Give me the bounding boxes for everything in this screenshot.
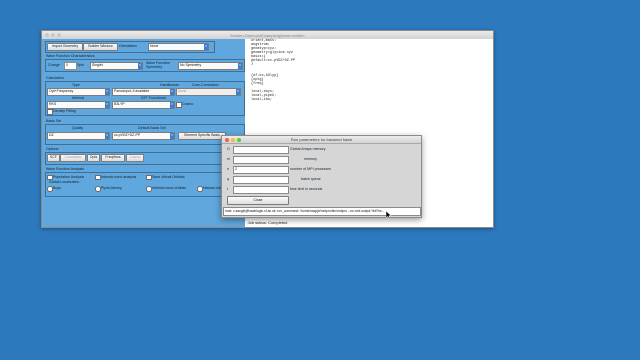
settings-panel: Import Geometry Builder Window Orientati… bbox=[42, 39, 245, 227]
chevron-down-icon: ▾ bbox=[204, 44, 208, 50]
orientation-value: None bbox=[150, 44, 159, 48]
chevron-down-icon: ▾ bbox=[170, 133, 174, 139]
batch-queue-input[interactable] bbox=[233, 176, 289, 184]
core-correlation-label: Core-Correlation bbox=[192, 83, 219, 87]
default-basis-value: cc-pVDZ+DZ-PP bbox=[114, 133, 141, 137]
type-label: Type bbox=[72, 83, 80, 87]
chevron-down-icon: ▾ bbox=[105, 133, 109, 139]
dft-functional-label: DFT Functional bbox=[141, 96, 166, 100]
calculation-type-value: Opt+Frequency bbox=[49, 89, 74, 93]
element-specific-basis-button[interactable]: Element Specific Basis bbox=[178, 132, 226, 140]
chevron-down-icon: ▾ bbox=[170, 102, 174, 108]
quality-label: Quality bbox=[72, 126, 84, 130]
calculation-type-select[interactable]: Opt+Frequency ▾ bbox=[47, 88, 110, 96]
chevron-down-icon: ▾ bbox=[138, 63, 142, 69]
intrinsic-bond-orbitals-label: Intrinsic bond orbitals bbox=[152, 186, 186, 190]
save-virtual-orbitals-label: Save Virtual Orbitals bbox=[152, 174, 185, 179]
dialog-titlebar[interactable]: Run parameters for backend hawk bbox=[222, 136, 421, 144]
batch-queue-label: batch queue bbox=[301, 177, 321, 181]
chevron-down-icon: ▾ bbox=[170, 89, 174, 95]
charge-input[interactable]: 0 bbox=[64, 62, 77, 70]
param-key-n: n bbox=[227, 167, 229, 171]
boys-label: Boys bbox=[53, 186, 61, 190]
mpi-processes-input[interactable]: 2 bbox=[233, 166, 289, 174]
density-fitting-checkbox[interactable] bbox=[47, 109, 53, 115]
core-correlation-select[interactable]: None ▾ bbox=[176, 88, 241, 96]
editor-text[interactable]: orient,mass; angstrom; geomtyp=xyz; geometr… bbox=[251, 39, 295, 103]
param-key-g: G bbox=[227, 147, 230, 151]
time-limit-label: time limit in seconds bbox=[290, 187, 323, 191]
intrinsic-bond-analysis-checkbox[interactable] bbox=[95, 174, 101, 180]
window-title: Molden-Daemon/Example/glycine.molden bbox=[230, 32, 305, 38]
close-button[interactable]: Close bbox=[227, 196, 289, 205]
options-section-title: Options bbox=[46, 147, 59, 151]
opt-options-button[interactable]: Opts bbox=[87, 154, 100, 162]
basis-quality-select[interactable]: DZ ▾ bbox=[47, 132, 110, 140]
intrinsic-bond-analysis-label: Intrinsic bond analysis bbox=[101, 174, 137, 179]
calculation-section-title: Calculation bbox=[46, 76, 64, 80]
cosmo-label: Cosmo bbox=[182, 102, 194, 106]
memory-label: memory bbox=[304, 157, 317, 161]
chevron-down-icon: ▾ bbox=[238, 63, 242, 69]
global-arrays-memory-label: Global Arrays memory bbox=[290, 147, 326, 151]
dft-functional-value: B3LYP bbox=[114, 102, 125, 106]
global-arrays-memory-input[interactable] bbox=[233, 146, 289, 154]
orientation-select[interactable]: None ▾ bbox=[148, 43, 209, 51]
spin-value: Singlet bbox=[92, 63, 103, 67]
time-limit-input[interactable] bbox=[233, 186, 289, 194]
chevron-down-icon: ▾ bbox=[105, 102, 109, 108]
charge-label: Charge bbox=[48, 63, 60, 67]
analysis-section-title: Wave Function Analysis bbox=[46, 167, 85, 171]
hamiltonian-select[interactable]: Pseudopot, if available ▾ bbox=[112, 88, 175, 96]
symmetry-value: No Symmetry bbox=[180, 63, 202, 67]
import-geometry-button[interactable]: Import Geometry bbox=[47, 43, 83, 51]
mpi-processes-label: number of MPI processes bbox=[290, 167, 331, 171]
param-key-q: q bbox=[227, 177, 229, 181]
core-correlation-value: None bbox=[178, 89, 187, 93]
population-analysis-label: Population Analysis bbox=[53, 174, 85, 179]
wavefunction-section-title: Wave Function Characteristics bbox=[46, 54, 95, 58]
boys-radio[interactable] bbox=[47, 186, 53, 192]
hamiltonian-value: Pseudopot, if available bbox=[114, 89, 150, 93]
correlation-options-button[interactable]: Correlation bbox=[60, 154, 86, 162]
mouse-pointer-icon bbox=[386, 211, 392, 219]
cosmo-options-button[interactable]: Cosmo bbox=[126, 154, 144, 162]
default-basis-label: Default Basis Set bbox=[138, 126, 166, 130]
chevron-down-icon: ▾ bbox=[236, 89, 240, 95]
basis-section-title: Basis Set bbox=[46, 119, 62, 123]
builder-window-button[interactable]: Builder Window bbox=[83, 43, 118, 51]
spin-label: Spin bbox=[77, 63, 85, 67]
chevron-down-icon: ▾ bbox=[105, 89, 109, 95]
natural-orbitals-radio[interactable] bbox=[197, 186, 203, 192]
spin-select[interactable]: Singlet ▾ bbox=[90, 62, 143, 70]
basis-quality-value: DZ bbox=[49, 133, 54, 137]
freqhess-options-button[interactable]: FreqHess bbox=[101, 154, 125, 162]
method-label: Method bbox=[72, 96, 84, 100]
scf-options-button[interactable]: SCF bbox=[47, 154, 60, 162]
intrinsic-bond-orbitals-radio[interactable] bbox=[146, 186, 152, 192]
cosmo-checkbox[interactable] bbox=[176, 102, 182, 108]
hamiltonian-label: Hamiltonian bbox=[160, 83, 179, 87]
default-basis-select[interactable]: cc-pVDZ+DZ-PP ▾ bbox=[112, 132, 175, 140]
orientation-label: Orientation bbox=[119, 44, 137, 48]
method-value: RKS bbox=[49, 102, 57, 106]
editor-line[interactable]: default=cc-pVDZ+DZ-PP bbox=[251, 59, 295, 64]
method-select[interactable]: RKS ▾ bbox=[47, 101, 110, 109]
param-key-t: t bbox=[227, 187, 228, 191]
density-fitting-label: Density Fitting bbox=[53, 109, 76, 113]
dft-functional-select[interactable]: B3LYP ▾ bbox=[112, 101, 175, 109]
pipek-mezey-label: Pipek-Mezey bbox=[101, 186, 122, 190]
save-virtual-orbitals-checkbox[interactable] bbox=[146, 174, 152, 180]
global-localization-label: Global Localization bbox=[49, 180, 80, 184]
pipek-mezey-radio[interactable] bbox=[95, 186, 101, 192]
desktop: { "window": { "title": "Molden-Daemon/Ex… bbox=[0, 0, 640, 360]
param-key-m: m bbox=[227, 157, 230, 161]
symmetry-select[interactable]: No Symmetry ▾ bbox=[178, 62, 243, 70]
symmetry-label: Wave Function Symmetry bbox=[146, 60, 170, 69]
memory-input[interactable] bbox=[233, 156, 289, 164]
dialog-title: Run parameters for backend hawk bbox=[290, 137, 353, 143]
run-parameters-dialog: Run parameters for backend hawk G Global… bbox=[221, 135, 422, 218]
job-status: Job status: Completed bbox=[247, 220, 288, 225]
editor-line[interactable]: local,ibo; bbox=[251, 98, 295, 103]
